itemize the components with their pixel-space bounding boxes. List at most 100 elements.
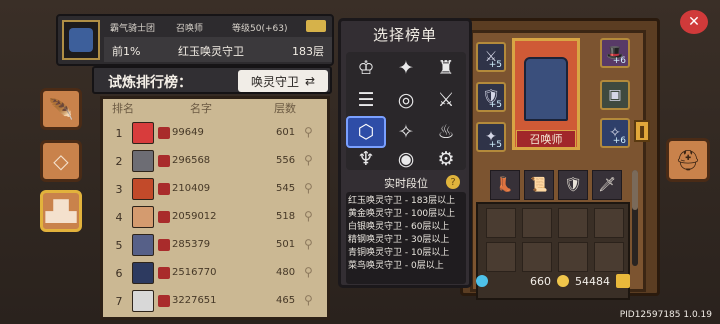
row-rank: 4 — [115, 211, 123, 224]
row-floors: 601 — [276, 127, 296, 138]
selection-title: 选择榜单 — [372, 26, 437, 44]
feather-button[interactable]: 🪶 — [40, 88, 82, 130]
table-row[interactable]: 4 2059012 518 ⚲ — [104, 204, 328, 230]
player-rank-title: 红玉唤灵守卫 — [178, 45, 244, 58]
collapse-arrow-icon[interactable]: ❚ — [634, 120, 650, 142]
search-icon[interactable]: ⚲ — [304, 153, 313, 167]
crest-icon[interactable]: ♔ — [346, 52, 386, 84]
backpack-icon — [158, 127, 170, 139]
item-slot-boots[interactable]: 👢 — [490, 170, 520, 200]
helmet-button[interactable]: ⛑ — [666, 138, 710, 182]
ranking-title: 试炼排行榜： — [108, 75, 192, 91]
search-icon[interactable]: ⚲ — [304, 125, 313, 139]
inventory-cell[interactable] — [558, 208, 588, 238]
item-slot-gauntlet[interactable]: 🗡 — [592, 170, 622, 200]
menu-icon[interactable] — [616, 274, 630, 288]
backpack-icon — [158, 155, 170, 167]
inventory-cell[interactable] — [486, 208, 516, 238]
avatar-figure — [69, 28, 93, 52]
tier-line: 菜鸟唤灵守卫 - 0层以上 — [348, 261, 444, 271]
row-name: 2059012 — [172, 211, 217, 222]
row-rank: 2 — [115, 155, 123, 168]
crossed-axes-icon[interactable]: ⚔ — [426, 84, 466, 116]
backpack-icon — [158, 183, 170, 195]
resource-bar: 660 54484 — [476, 270, 652, 292]
search-icon[interactable]: ⚲ — [304, 181, 313, 195]
item-slot-armor[interactable]: 🛡 — [558, 170, 588, 200]
row-rank: 7 — [115, 295, 123, 308]
table-row[interactable]: 1 99649 601 ⚲ — [104, 120, 328, 146]
vortex-icon[interactable]: ◉ — [386, 148, 426, 170]
swap-icon: ⇄ — [304, 74, 316, 88]
gem-icon — [476, 275, 488, 287]
search-icon[interactable]: ⚲ — [304, 265, 313, 279]
pillar-icon[interactable]: ☰ — [346, 84, 386, 116]
equip-slot-6[interactable]: ✧ +6 — [600, 118, 630, 148]
row-avatar — [132, 290, 154, 312]
gear-icon[interactable]: ⚙ — [426, 148, 466, 170]
podium-icon: ▟▙ — [45, 199, 77, 223]
hero-class-label: 召唤师 — [516, 130, 576, 148]
star-blade-icon[interactable]: ✦ — [386, 52, 426, 84]
swirl-icon[interactable]: ◎ — [386, 84, 426, 116]
row-floors: 465 — [276, 295, 296, 306]
table-row[interactable]: 3 210409 545 ⚲ — [104, 176, 328, 202]
inventory-cell[interactable] — [594, 242, 624, 272]
gem-count: 660 — [530, 274, 551, 288]
equip-slot-5[interactable]: ▣ — [600, 80, 630, 110]
row-avatar — [132, 234, 154, 256]
inventory-scrollbar[interactable] — [632, 170, 638, 266]
inventory-cell[interactable] — [522, 242, 552, 272]
inventory-cell[interactable] — [594, 208, 624, 238]
close-button[interactable]: ✕ — [680, 10, 708, 34]
player-level: 等级50(+63) — [232, 24, 288, 34]
coin-count: 54484 — [575, 274, 610, 288]
equip-slot-2[interactable]: 🛡 +5 — [476, 82, 506, 112]
hex-emblem-icon[interactable]: ⬡ — [346, 116, 386, 148]
backpack-icon — [158, 239, 170, 251]
podium-button[interactable]: ▟▙ — [40, 190, 82, 232]
table-row[interactable]: 7 3227651 465 ⚲ — [104, 288, 328, 314]
table-row[interactable]: 6 2516770 480 ⚲ — [104, 260, 328, 286]
realtime-tier-list: 红玉唤灵守卫 - 183层以上 黄金唤灵守卫 - 100层以上 白银唤灵守卫 - 6… — [346, 192, 466, 284]
feather-icon: 🪶 — [48, 97, 74, 121]
search-icon[interactable]: ⚲ — [304, 209, 313, 223]
inventory-cell[interactable] — [558, 242, 588, 272]
compass-star-icon[interactable]: ✧ — [386, 116, 426, 148]
backpack-icon — [158, 295, 170, 307]
table-row[interactable]: 5 285379 501 ⚲ — [104, 232, 328, 258]
flame-icon[interactable]: ♨ — [426, 116, 466, 148]
row-name: 296568 — [172, 155, 211, 166]
backpack-icon — [158, 211, 170, 223]
diamond-button[interactable]: ◇ — [40, 140, 82, 182]
search-icon[interactable]: ⚲ — [304, 237, 313, 251]
row-name: 99649 — [172, 127, 204, 138]
inventory-cell[interactable] — [522, 208, 552, 238]
coin-icon — [557, 275, 569, 287]
row-floors: 480 — [276, 267, 296, 278]
player-avatar[interactable] — [62, 20, 100, 60]
player-floors: 183层 — [292, 45, 324, 58]
player-percent: 前1% — [112, 45, 141, 58]
row-rank: 6 — [115, 267, 123, 280]
tier-line: 精钢唤灵守卫 - 30层以上 — [348, 235, 450, 245]
equip-slot-4[interactable]: 🎩 +6 — [600, 38, 630, 68]
ranking-dropdown[interactable]: 唤灵守卫 ⇄ — [238, 70, 328, 92]
table-row[interactable]: 2 296568 556 ⚲ — [104, 148, 328, 174]
row-rank: 5 — [115, 239, 123, 252]
selection-grid: ♔ ✦ ♜ ☰ ◎ ⚔ ⬡ ✧ ♨ ♆ ◉ ⚙ — [346, 52, 466, 170]
inventory-cell[interactable] — [486, 242, 516, 272]
col-name: 名字 — [190, 102, 212, 115]
row-avatar — [132, 178, 154, 200]
castle-icon[interactable]: ♜ — [426, 52, 466, 84]
tier-line: 白银唤灵守卫 - 60层以上 — [348, 222, 450, 232]
equip-slot-3[interactable]: ✦ +5 — [476, 122, 506, 152]
help-icon[interactable]: ? — [446, 175, 460, 189]
search-icon[interactable]: ⚲ — [304, 293, 313, 307]
horns-icon[interactable]: ♆ — [346, 148, 386, 170]
player-id: PID12597185 1.0.19 — [619, 310, 712, 320]
item-slot-scroll[interactable]: 📜 — [524, 170, 554, 200]
tier-line: 红玉唤灵守卫 - 183层以上 — [348, 196, 456, 206]
tier-line: 青铜唤灵守卫 - 10层以上 — [348, 248, 450, 258]
equip-slot-1[interactable]: ⚔ +5 — [476, 42, 506, 72]
